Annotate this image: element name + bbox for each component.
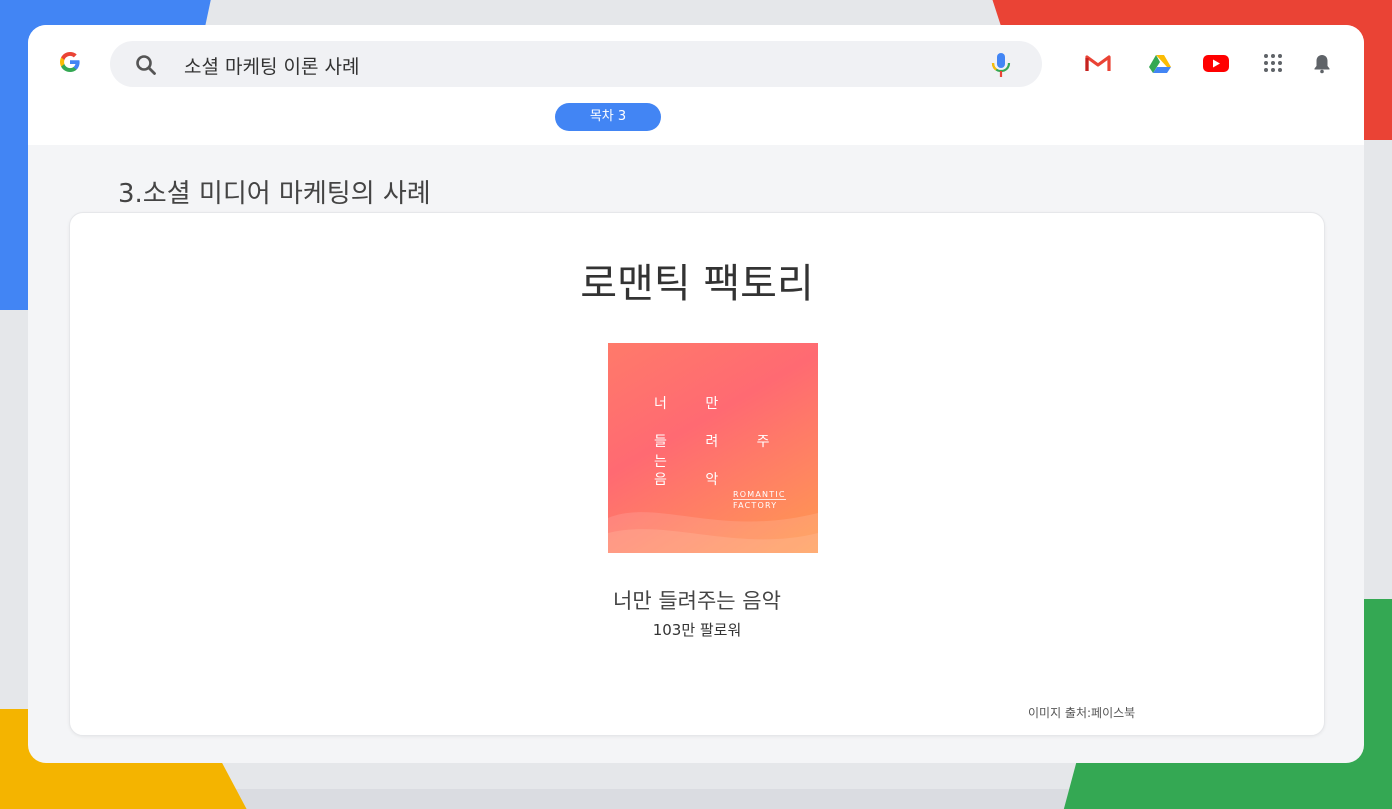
search-input[interactable]: 소셜 마케팅 이론 사례 xyxy=(184,52,359,79)
section-title: 3.소셜 미디어 마케팅의 사례 xyxy=(118,179,431,209)
card-title: 로맨틱 팩토리 xyxy=(580,261,814,307)
google-logo-icon[interactable] xyxy=(58,50,82,74)
cover-text-line3: 음 악 xyxy=(654,472,736,488)
cover-text-line1: 너 만 xyxy=(654,396,736,412)
search-icon[interactable] xyxy=(134,53,158,77)
image-source-note: 이미지 출처:페이스북 xyxy=(1028,706,1136,720)
cover-text-line2: 들 려 주 는 xyxy=(654,434,787,470)
follower-count: 103만 팔로워 xyxy=(652,621,742,639)
cover-wave-decoration xyxy=(608,512,818,553)
apps-grid-icon[interactable] xyxy=(1262,51,1284,75)
album-cover-image: 너 만 들 려 주 는 음 악 ROMANTIC FACTORY xyxy=(608,343,818,553)
microphone-icon[interactable] xyxy=(990,52,1012,78)
youtube-icon[interactable] xyxy=(1202,51,1230,75)
toc-button[interactable]: 목차 3 xyxy=(555,103,661,131)
search-bar[interactable]: 소셜 마케팅 이론 사례 xyxy=(110,41,1042,87)
gmail-icon[interactable] xyxy=(1084,51,1112,75)
google-drive-icon[interactable] xyxy=(1146,51,1174,75)
top-bar: 소셜 마케팅 이론 사례 목차 3 xyxy=(28,25,1364,145)
cover-caption: 너만 들려주는 음악 xyxy=(613,589,781,613)
content-card: 로맨틱 팩토리 너 만 들 려 주 는 음 악 ROMANTIC FACTORY… xyxy=(69,212,1325,736)
bell-icon[interactable] xyxy=(1312,51,1332,75)
main-panel: 소셜 마케팅 이론 사례 목차 3 3.소셜 미디어 마케팅의 사례 로맨틱 팩… xyxy=(28,25,1364,763)
